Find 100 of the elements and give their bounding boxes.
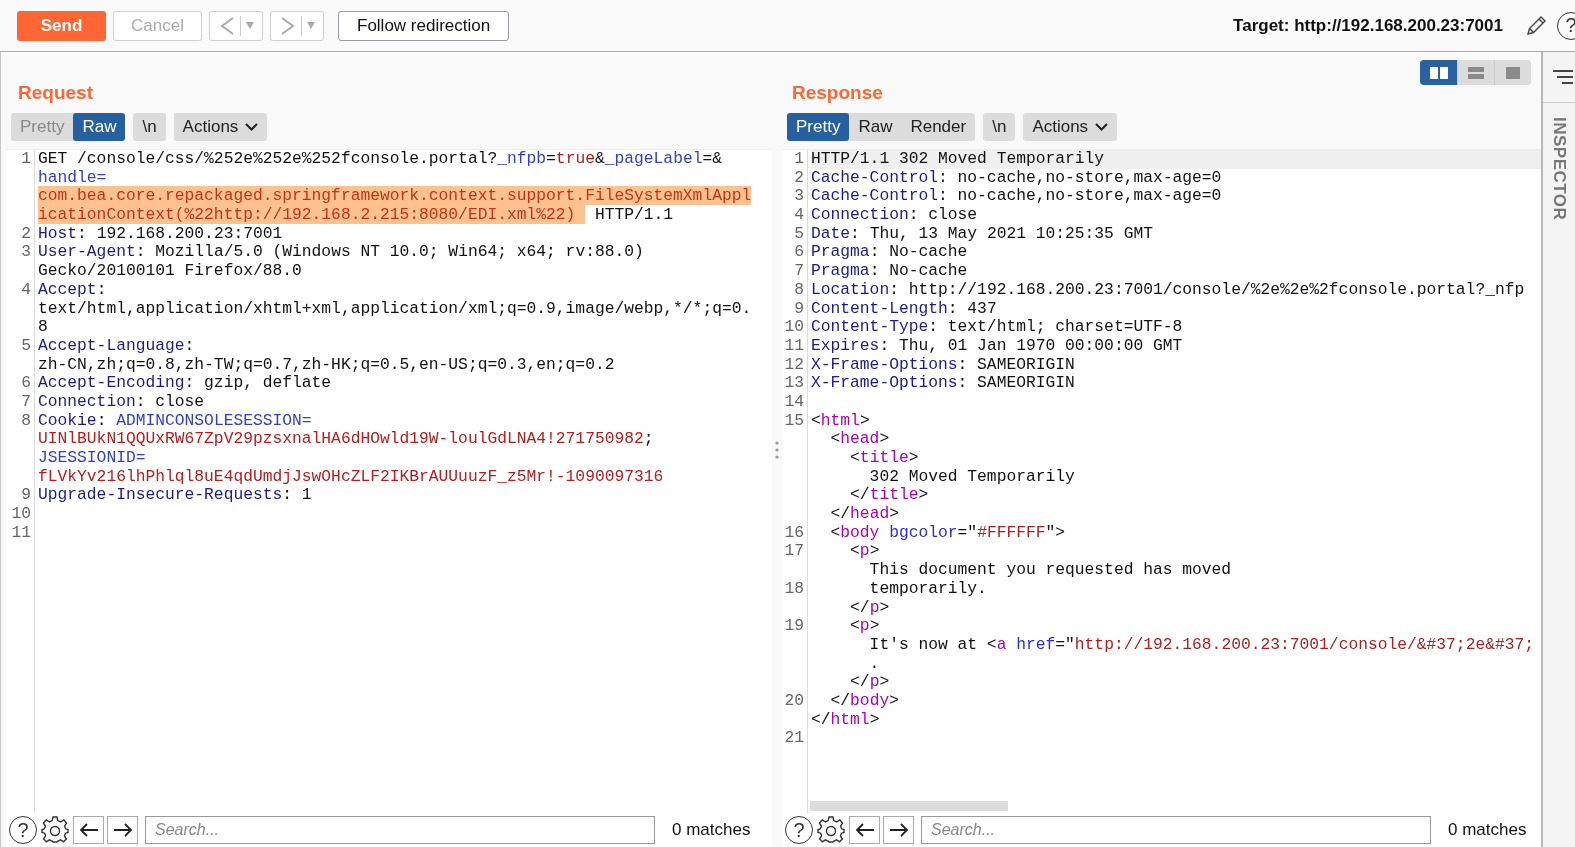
code-line: Host: 192.168.200.23:7001	[38, 223, 283, 243]
code-line: text/html,application/xhtml+xml,application/xml;q=0.9,image/webp,*/*;q=0.	[38, 298, 752, 318]
code-line: Content-Length: 437	[811, 298, 997, 318]
view-tab[interactable]: Pretty	[787, 113, 850, 141]
line-number: 2	[21, 223, 31, 243]
line-number: 21	[784, 728, 804, 748]
line-number: 20	[784, 690, 804, 710]
actions-menu-button[interactable]: Actions	[1023, 113, 1118, 141]
chevron-right-icon	[279, 15, 296, 36]
filter-icon[interactable]	[1553, 70, 1573, 84]
code-line: This document you requested has moved	[868, 560, 1232, 580]
code-line: UINlBUkN1QQUxRW67ZpV29pzsxnalHA6dHOwld19W-loulGdLNA4!271750982;	[38, 429, 654, 449]
previous-match-button[interactable]	[849, 816, 880, 844]
arrow-right-icon	[112, 822, 133, 838]
message-editor[interactable]	[782, 149, 1541, 813]
line-number: 13	[784, 373, 804, 393]
line-number: 6	[794, 242, 804, 262]
line-number: 17	[784, 541, 804, 561]
code-line: JSESSIONID=	[38, 448, 146, 467]
panel-title: Request	[18, 82, 93, 104]
line-number: 4	[794, 205, 804, 225]
code-line: </body>	[829, 690, 899, 710]
line-number: 12	[784, 354, 804, 374]
line-number: 6	[21, 373, 31, 393]
code-line: </p>	[849, 672, 890, 692]
inspector-tab[interactable]: INSPECTOR	[1549, 117, 1569, 221]
layout-columns-toggle[interactable]	[1420, 60, 1457, 85]
line-number: 5	[21, 335, 31, 355]
code-line: Content-Type: text/html; charset=UTF-8	[811, 317, 1183, 337]
layout-single-toggle[interactable]	[1494, 60, 1531, 85]
code-line: </p>	[849, 597, 890, 617]
code-line: It's now at <a href="http://192.168.200.23:7001/console/&#37;2e&#37;	[868, 634, 1535, 654]
code-line: User-Agent: Mozilla/5.0 (Windows NT 10.0; Win64; x64; rv:88.0)	[38, 242, 644, 262]
code-line: </head>	[829, 504, 899, 524]
caret-down-icon	[245, 22, 254, 29]
next-match-button[interactable]	[107, 816, 138, 844]
line-number: 10	[11, 504, 31, 524]
code-line: Accept-Encoding: gzip, deflate	[38, 373, 332, 393]
line-number: 5	[794, 223, 804, 243]
caret-down-icon	[306, 22, 315, 29]
two-columns-icon	[1429, 66, 1448, 79]
actions-menu-button[interactable]: Actions	[173, 113, 268, 141]
panel-title: Response	[792, 82, 883, 104]
line-number: 11	[11, 522, 31, 542]
target-label: Target: http://192.168.200.23:7001	[1233, 15, 1503, 36]
code-line: .	[869, 653, 880, 673]
line-number: 11	[784, 335, 804, 355]
newline-toggle[interactable]: \n	[133, 113, 166, 141]
line-number: 18	[784, 578, 804, 598]
line-number: 10	[784, 317, 804, 337]
arrow-left-icon	[854, 822, 875, 838]
code-line: Cache-Control: no-cache,no-store,max-age=0	[811, 186, 1222, 206]
code-line: temporarily.	[868, 578, 987, 598]
code-line: Cache-Control: no-cache,no-store,max-age=0	[811, 167, 1222, 187]
code-line: Accept-Language:	[38, 335, 195, 355]
line-number: 15	[784, 410, 804, 430]
code-line: Location: http://192.168.200.23:7001/console/%2e%2e%2fconsole.portal?_nfp	[811, 279, 1525, 299]
line-number: 4	[21, 279, 31, 299]
code-line: </html>	[811, 709, 880, 729]
code-line: Date: Thu, 13 May 2021 10:25:35 GMT	[811, 223, 1153, 243]
match-count: 0 matches	[1448, 820, 1527, 840]
line-number: 8	[794, 279, 804, 299]
newline-toggle[interactable]: \n	[983, 113, 1016, 141]
code-line: </title>	[849, 485, 929, 505]
horizontal-scrollbar[interactable]	[810, 801, 1008, 811]
code-line: Accept:	[38, 279, 107, 299]
line-number: 14	[784, 391, 804, 411]
settings-icon[interactable]	[41, 816, 69, 844]
line-number: 1	[794, 149, 804, 168]
code-line: icationContext(%22http://192.168.2.215:8080/EDI.xml%22) HTTP/1.1	[38, 205, 674, 225]
code-line: HTTP/1.1 302 Moved Temporarily	[811, 149, 1105, 168]
line-number: 1	[21, 149, 31, 168]
settings-icon[interactable]	[817, 816, 845, 844]
line-number: 8	[21, 410, 31, 430]
code-line: 8	[38, 317, 48, 337]
line-number: 3	[21, 242, 31, 262]
code-line: GET /console/css/%252e%252e%252fconsole.portal?_nfpb=true&_pageLabel=&	[38, 149, 722, 168]
search-field[interactable]: Search...	[145, 816, 655, 844]
line-number: 9	[794, 298, 804, 318]
code-line: <html>	[811, 410, 870, 430]
chevron-left-icon	[218, 15, 235, 36]
line-number: 7	[794, 261, 804, 281]
next-match-button[interactable]	[883, 816, 914, 844]
code-line: Connection: close	[811, 205, 978, 225]
code-line: Pragma: No-cache	[811, 261, 968, 281]
code-line: 302 Moved Temporarily	[868, 466, 1075, 486]
view-tab[interactable]: Raw	[73, 113, 126, 141]
code-line: fLVkYv216lhPhlql8uE4qdUmdjJswOHcZLF2IKBrAUUuuzF_z5Mr!-1090097316	[38, 466, 664, 486]
line-number: 19	[784, 616, 804, 636]
pencil-icon[interactable]	[1524, 13, 1548, 38]
previous-match-button[interactable]	[73, 816, 104, 844]
message-editor[interactable]	[6, 149, 772, 813]
match-count: 0 matches	[672, 820, 751, 840]
code-line: <p>	[849, 616, 880, 636]
code-line: <body bgcolor="#FFFFFF">	[829, 522, 1066, 542]
follow-redirection-button[interactable]: Follow redirection	[338, 10, 510, 41]
code-line: <p>	[849, 541, 880, 561]
code-line: Expires: Thu, 01 Jan 1970 00:00:00 GMT	[811, 335, 1183, 355]
search-field[interactable]: Search...	[921, 816, 1431, 844]
drag-handle-icon[interactable]	[775, 440, 779, 459]
